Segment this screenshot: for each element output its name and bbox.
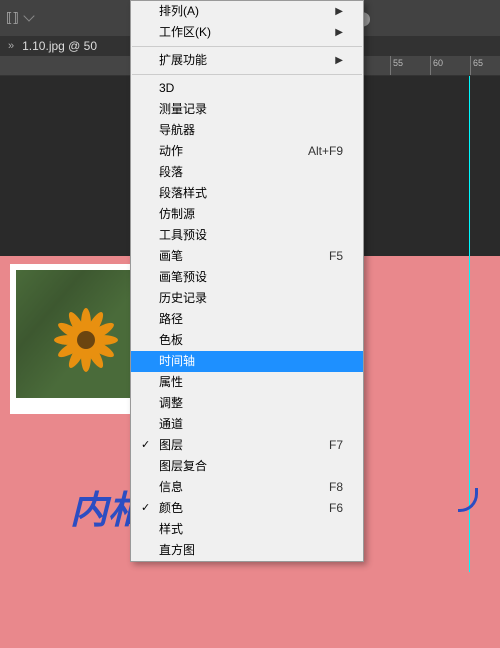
menu-item-label: 3D bbox=[159, 81, 174, 96]
photo-frame bbox=[10, 264, 143, 414]
menu-item[interactable]: ✓ 图层 F7 bbox=[131, 435, 363, 456]
menu-item[interactable]: 段落 bbox=[131, 162, 363, 183]
menu-item-label: 色板 bbox=[159, 333, 183, 348]
menu-item[interactable]: 3D bbox=[131, 78, 363, 99]
menu-item-label: 图层 bbox=[159, 438, 183, 453]
menu-item[interactable]: 工具预设 bbox=[131, 225, 363, 246]
tab-scroll-icon[interactable]: » bbox=[8, 40, 14, 52]
check-icon: ✓ bbox=[141, 501, 150, 516]
menu-separator bbox=[132, 46, 362, 47]
menu-item-label: 路径 bbox=[159, 312, 183, 327]
menu-item-label: 画笔 bbox=[159, 249, 183, 264]
menu-item[interactable]: 仿制源 bbox=[131, 204, 363, 225]
menu-item[interactable]: 画笔 F5 bbox=[131, 246, 363, 267]
menu-item-label: 通道 bbox=[159, 417, 183, 432]
menu-item[interactable]: 导航器 bbox=[131, 120, 363, 141]
menu-item-label: 样式 bbox=[159, 522, 183, 537]
submenu-arrow-icon: ▶ bbox=[335, 4, 343, 19]
menu-shortcut: F5 bbox=[329, 249, 343, 264]
menu-item-label: 直方图 bbox=[159, 543, 195, 558]
menu-item-label: 历史记录 bbox=[159, 291, 207, 306]
menu-item-label: 导航器 bbox=[159, 123, 195, 138]
menu-item-label: 工具预设 bbox=[159, 228, 207, 243]
menu-item[interactable]: 工作区(K) ▶ bbox=[131, 22, 363, 43]
menu-item[interactable]: 路径 bbox=[131, 309, 363, 330]
menu-item[interactable]: 样式 bbox=[131, 519, 363, 540]
menu-item[interactable]: 属性 bbox=[131, 372, 363, 393]
menu-item-label: 排列(A) bbox=[159, 4, 199, 19]
menu-item[interactable]: 色板 bbox=[131, 330, 363, 351]
menu-item[interactable]: 时间轴 bbox=[131, 351, 363, 372]
menu-shortcut: F7 bbox=[329, 438, 343, 453]
menu-item-label: 时间轴 bbox=[159, 354, 195, 369]
icon-left[interactable]: ⟦⟧ bbox=[6, 10, 19, 26]
menu-shortcut: Alt+F9 bbox=[308, 144, 343, 159]
menu-item-label: 画笔预设 bbox=[159, 270, 207, 285]
menu-item[interactable]: ✓ 颜色 F6 bbox=[131, 498, 363, 519]
menu-shortcut: F6 bbox=[329, 501, 343, 516]
menu-item[interactable]: 扩展功能 ▶ bbox=[131, 50, 363, 71]
menu-item-label: 测量记录 bbox=[159, 102, 207, 117]
submenu-arrow-icon: ▶ bbox=[335, 25, 343, 40]
menu-item[interactable]: 排列(A) ▶ bbox=[131, 1, 363, 22]
menu-item-label: 段落样式 bbox=[159, 186, 207, 201]
menu-item[interactable]: 通道 bbox=[131, 414, 363, 435]
menu-item-label: 仿制源 bbox=[159, 207, 195, 222]
menu-item[interactable]: 段落样式 bbox=[131, 183, 363, 204]
submenu-arrow-icon: ▶ bbox=[335, 53, 343, 68]
menu-item[interactable]: 调整 bbox=[131, 393, 363, 414]
menu-item[interactable]: 测量记录 bbox=[131, 99, 363, 120]
menu-shortcut: F8 bbox=[329, 480, 343, 495]
document-tab[interactable]: 1.10.jpg @ 50 bbox=[22, 39, 97, 53]
menu-item[interactable]: 画笔预设 bbox=[131, 267, 363, 288]
window-menu: 排列(A) ▶ 工作区(K) ▶ 扩展功能 ▶ 3D 测量记录导航器动作 Alt+F9 段落段落样… bbox=[130, 0, 364, 562]
menu-item[interactable]: 图层复合 bbox=[131, 456, 363, 477]
dropdown-icon[interactable] bbox=[23, 10, 34, 21]
menu-item-label: 动作 bbox=[159, 144, 183, 159]
check-icon: ✓ bbox=[141, 438, 150, 453]
menu-item-label: 工作区(K) bbox=[159, 25, 211, 40]
menu-item[interactable]: 历史记录 bbox=[131, 288, 363, 309]
menu-item-label: 图层复合 bbox=[159, 459, 207, 474]
menu-item[interactable]: 动作 Alt+F9 bbox=[131, 141, 363, 162]
menu-item-label: 扩展功能 bbox=[159, 53, 207, 68]
menu-item[interactable]: 直方图 bbox=[131, 540, 363, 561]
flower-photo bbox=[16, 270, 137, 398]
menu-item-label: 调整 bbox=[159, 396, 183, 411]
menu-item[interactable]: 信息 F8 bbox=[131, 477, 363, 498]
menu-item-label: 信息 bbox=[159, 480, 183, 495]
menu-item-label: 段落 bbox=[159, 165, 183, 180]
menu-item-label: 属性 bbox=[159, 375, 183, 390]
menu-separator bbox=[132, 74, 362, 75]
menu-item-label: 颜色 bbox=[159, 501, 183, 516]
